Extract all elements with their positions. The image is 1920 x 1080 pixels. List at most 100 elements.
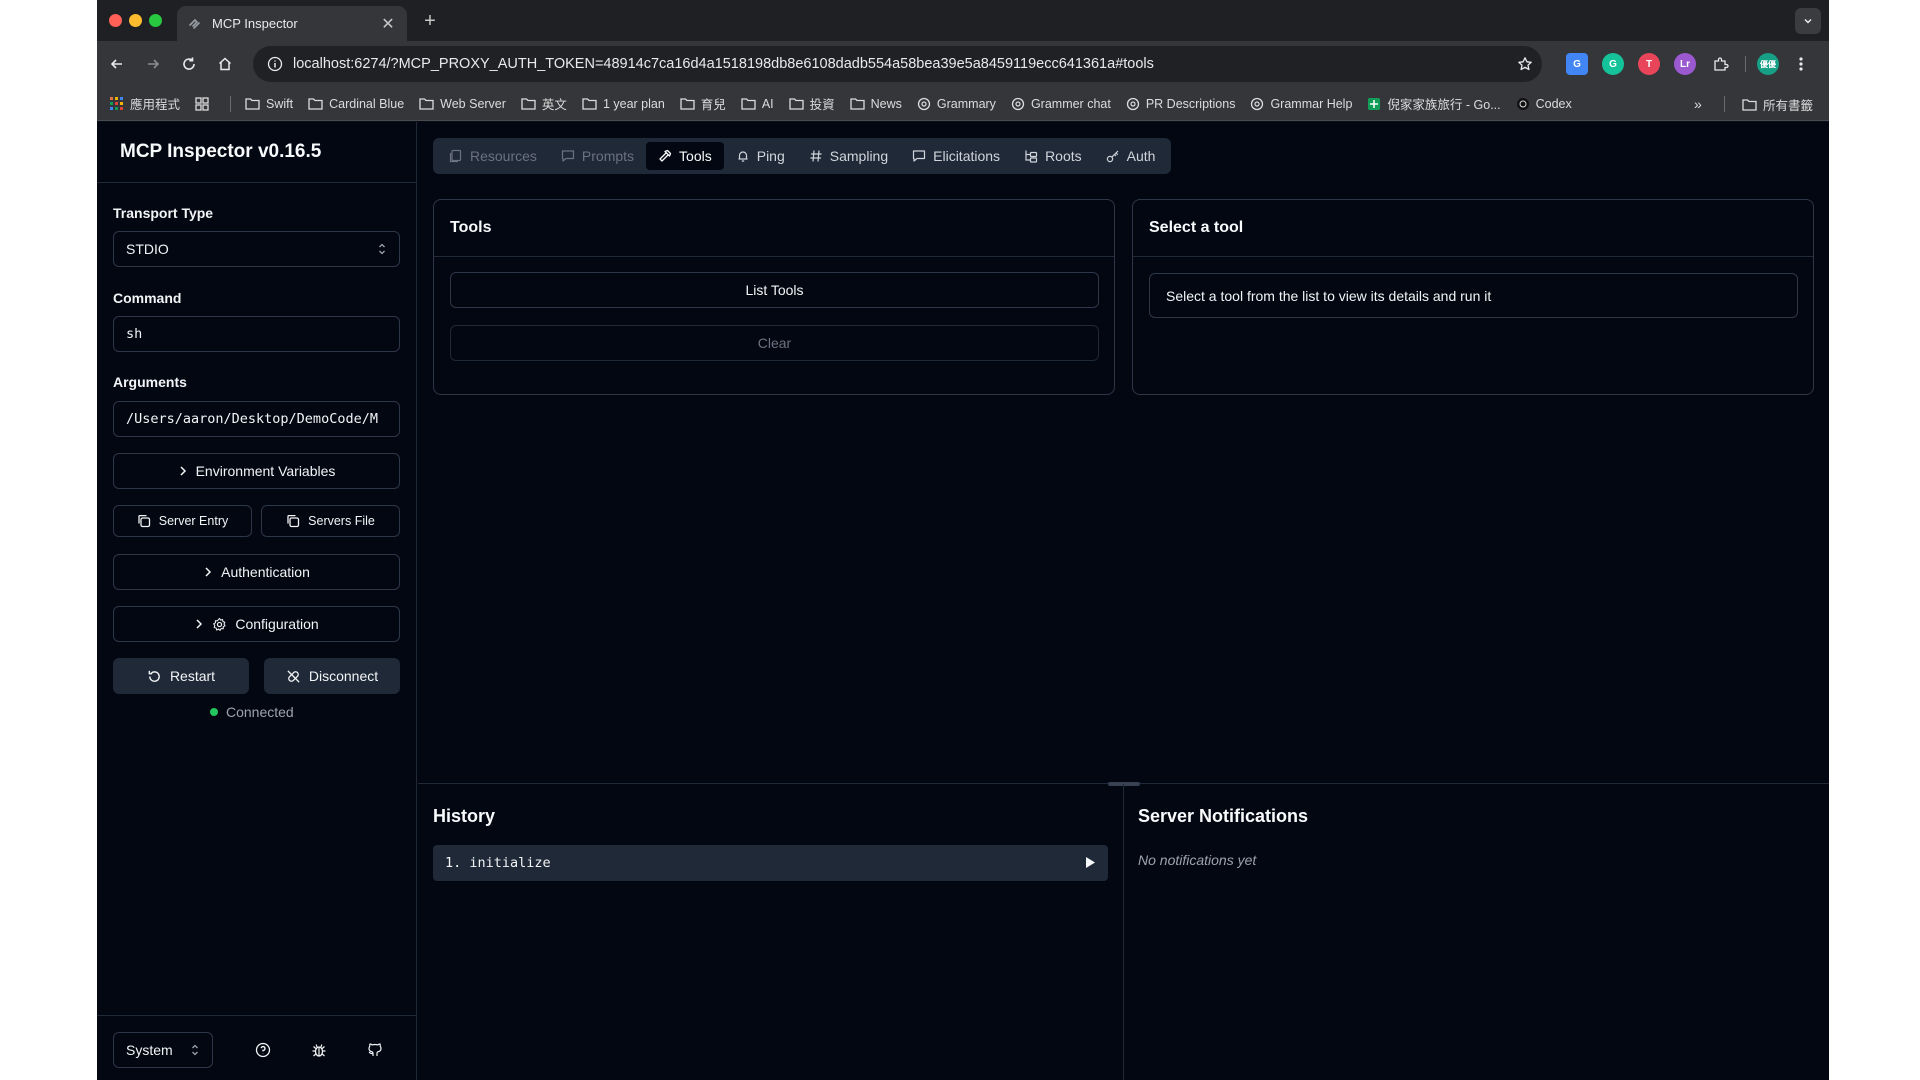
- chevron-right-icon: [196, 619, 203, 629]
- browser-tab-active[interactable]: MCP Inspector ✕: [177, 6, 407, 41]
- bookmark-star-icon[interactable]: [1508, 56, 1542, 72]
- chevron-right-icon: [205, 567, 212, 577]
- tab-close-icon[interactable]: ✕: [379, 14, 397, 34]
- all-bookmarks-button[interactable]: 所有書籤: [1742, 95, 1813, 114]
- chevron-right-icon: [180, 466, 186, 476]
- tab-sampling-label: Sampling: [829, 148, 889, 164]
- bookmark-label: Codex: [1535, 96, 1572, 111]
- list-tools-button[interactable]: List Tools: [450, 272, 1099, 308]
- bookmark-cardinal-blue[interactable]: Cardinal Blue: [308, 97, 404, 111]
- arrow-right-icon: [148, 59, 160, 69]
- server-entry-label: Server Entry: [158, 514, 229, 528]
- site-info-icon[interactable]: [257, 56, 293, 72]
- grammarly-extension-icon[interactable]: G: [1602, 53, 1624, 75]
- openai-icon: [1011, 97, 1025, 110]
- language-extension-icon[interactable]: Lr: [1674, 53, 1696, 75]
- authentication-button[interactable]: Authentication: [113, 554, 400, 590]
- tab-sampling[interactable]: Sampling: [797, 142, 900, 170]
- profile-avatar[interactable]: 優優: [1757, 53, 1779, 75]
- folder-icon: [849, 98, 865, 110]
- chevron-down-icon: [1804, 18, 1812, 24]
- bookmark-label: 英文: [541, 98, 567, 112]
- clear-button[interactable]: Clear: [450, 325, 1099, 361]
- help-circle-icon[interactable]: [253, 1040, 273, 1060]
- hash-icon: [810, 150, 822, 162]
- tab-elicitations[interactable]: Elicitations: [900, 142, 1012, 170]
- bookmark-ai[interactable]: AI: [741, 97, 774, 111]
- bookmark-label: 倪家家族旅行 - Go...: [1387, 98, 1501, 112]
- transport-type-label: Transport Type: [113, 205, 214, 221]
- tab-prompts[interactable]: Prompts: [549, 142, 646, 170]
- tools-panel: Tools List Tools Clear: [433, 199, 1115, 395]
- tab-auth-label: Auth: [1126, 148, 1156, 164]
- maximize-window-button[interactable]: [149, 14, 162, 27]
- bookmark-grammar-help[interactable]: Grammar Help: [1250, 97, 1352, 111]
- forward-button[interactable]: [139, 50, 167, 78]
- sidebar: MCP Inspector v0.16.5 Transport Type STD…: [97, 122, 417, 1080]
- bookmark-parenting[interactable]: 育兒: [680, 94, 726, 113]
- bookmark-label: AI: [761, 96, 774, 111]
- back-button[interactable]: [103, 50, 131, 78]
- tab-ping[interactable]: Ping: [724, 142, 797, 170]
- new-tab-button[interactable]: +: [417, 8, 443, 34]
- close-window-button[interactable]: [109, 14, 122, 27]
- feature-tabs: Resources Prompts Tools Ping Sampling El…: [433, 138, 1172, 174]
- bookmark-1-year-plan[interactable]: 1 year plan: [582, 97, 665, 111]
- bookmark-label: Web Server: [440, 96, 506, 111]
- bookmark-label: Cardinal Blue: [329, 96, 405, 111]
- tab-search-button[interactable]: [1795, 8, 1821, 34]
- bookmark-family-trip[interactable]: 倪家家族旅行 - Go...: [1367, 94, 1501, 113]
- files-icon: [449, 149, 462, 163]
- arguments-input[interactable]: /Users/aaron/Desktop/DemoCode/M: [113, 401, 400, 437]
- bookmark-codex[interactable]: Codex: [1516, 97, 1572, 111]
- extensions-puzzle-icon[interactable]: [1710, 53, 1732, 75]
- tab-tools[interactable]: Tools: [646, 142, 724, 170]
- bookmark-tab-groups[interactable]: [195, 96, 215, 111]
- configuration-button[interactable]: Configuration: [113, 606, 400, 642]
- tab-roots[interactable]: Roots: [1012, 142, 1094, 170]
- todoist-extension-icon[interactable]: T: [1638, 53, 1660, 75]
- server-entry-button[interactable]: Server Entry: [113, 505, 252, 537]
- folder-icon: [741, 98, 756, 110]
- reload-button[interactable]: [175, 50, 203, 78]
- restart-button[interactable]: Restart: [113, 658, 249, 694]
- theme-select[interactable]: System: [113, 1032, 213, 1068]
- folder-tree-icon: [1025, 150, 1038, 163]
- select-tool-hint: Select a tool from the list to view its …: [1149, 273, 1798, 318]
- address-bar[interactable]: localhost:6274/?MCP_PROXY_AUTH_TOKEN=489…: [253, 46, 1542, 82]
- bookmark-swift[interactable]: Swift: [245, 97, 293, 111]
- tab-auth[interactable]: Auth: [1094, 142, 1168, 170]
- command-input[interactable]: sh: [113, 316, 400, 352]
- connection-status: Connected: [210, 704, 294, 720]
- chevrons-up-down-icon: [192, 1044, 198, 1056]
- folder-icon: [419, 98, 434, 110]
- bookmark-grammary[interactable]: Grammary: [917, 97, 996, 111]
- home-button[interactable]: [211, 50, 239, 78]
- disconnect-button[interactable]: Disconnect: [264, 658, 400, 694]
- translate-extension-icon[interactable]: G: [1566, 53, 1588, 75]
- tab-resources[interactable]: Resources: [437, 142, 549, 170]
- bug-icon[interactable]: [309, 1040, 329, 1060]
- openai-icon: [1126, 97, 1139, 110]
- bookmark-english[interactable]: 英文: [521, 94, 567, 113]
- environment-variables-label: Environment Variables: [195, 463, 336, 479]
- rotate-ccw-icon: [148, 670, 160, 682]
- bookmark-investing[interactable]: 投資: [788, 94, 835, 113]
- history-item[interactable]: 1. initialize: [433, 845, 1108, 881]
- tab-prompts-label: Prompts: [581, 148, 635, 164]
- browser-menu-icon[interactable]: [1790, 53, 1812, 75]
- environment-variables-button[interactable]: Environment Variables: [113, 453, 400, 489]
- status-dot-icon: [210, 708, 218, 716]
- bookmark-pr-descriptions[interactable]: PR Descriptions: [1126, 97, 1235, 111]
- github-icon[interactable]: [365, 1040, 385, 1060]
- folder-icon: [521, 98, 536, 110]
- main-content: Resources Prompts Tools Ping Sampling El…: [418, 122, 1829, 1080]
- minimize-window-button[interactable]: [129, 14, 142, 27]
- bookmarks-overflow-button[interactable]: »: [1694, 96, 1702, 112]
- bookmark-apps[interactable]: 應用程式: [110, 94, 180, 113]
- servers-file-button[interactable]: Servers File: [261, 505, 400, 537]
- bookmark-web-server[interactable]: Web Server: [419, 97, 506, 111]
- bookmark-grammer-chat[interactable]: Grammer chat: [1011, 97, 1111, 111]
- bookmark-news[interactable]: News: [849, 97, 902, 111]
- transport-type-select[interactable]: STDIO: [113, 231, 400, 267]
